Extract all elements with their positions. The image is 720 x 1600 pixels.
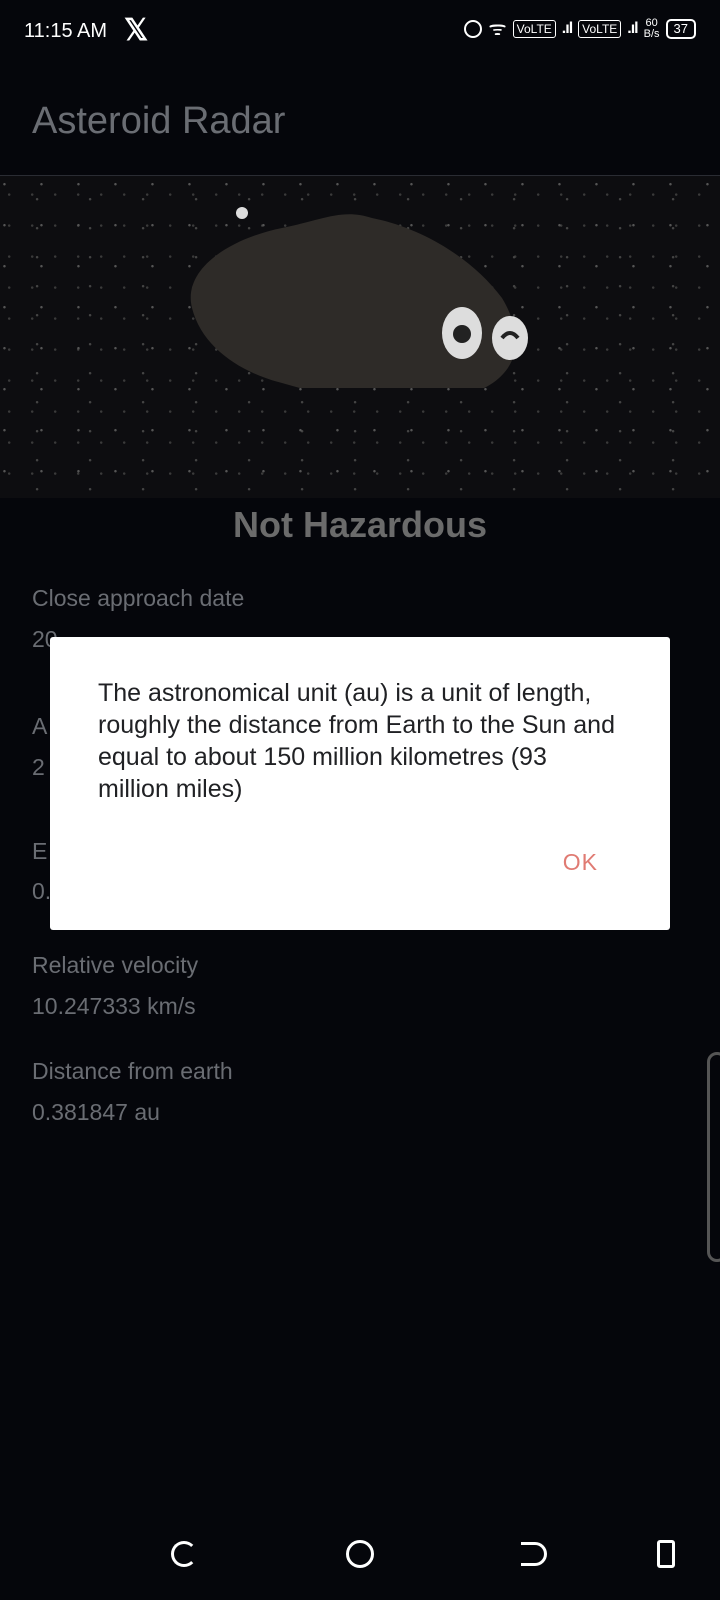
home-icon [346, 1540, 374, 1568]
distance-from-earth-value: 0.381847 au [32, 1099, 160, 1125]
asteroid-image [0, 176, 720, 498]
volte-badge-2: VoLTE [578, 20, 622, 38]
rotate-icon [657, 1540, 675, 1568]
wifi-icon: ᯤ [488, 18, 507, 40]
distance-from-earth-label: Distance from earth [32, 1058, 233, 1084]
hazard-status: Not Hazardous [232, 504, 488, 545]
close-approach-label: Close approach date [32, 585, 245, 611]
back-icon [521, 1542, 547, 1566]
dialog-message: The astronomical unit (au) is a unit of … [98, 679, 615, 803]
estimated-diameter-value: 0. [32, 878, 52, 904]
asteroid-illustration [190, 207, 528, 388]
alarm-icon [464, 20, 483, 38]
status-time: 11:15 AM [24, 20, 108, 42]
signal-icon-2: .ıl [627, 20, 638, 37]
relative-velocity-label: Relative velocity [32, 952, 199, 978]
back-button[interactable] [516, 1536, 552, 1572]
side-panel-handle[interactable] [707, 1052, 720, 1262]
navigation-bar [0, 1510, 720, 1600]
status-icons: ᯤ VoLTE .ıl VoLTE .ıl 60 B/s 37 [464, 18, 696, 40]
relative-velocity-value: 10.247333 km/s [32, 993, 196, 1019]
volte-badge-1: VoLTE [512, 20, 556, 38]
rotate-button[interactable] [648, 1536, 684, 1572]
signal-icon-1: .ıl [561, 20, 573, 37]
status-bar: 11:15 AM 𝕏 ᯤ VoLTE .ıl VoLTE .ıl 60 B/s … [0, 0, 720, 66]
absolute-magnitude-label: A [32, 713, 48, 739]
recents-button[interactable] [166, 1536, 202, 1572]
absolute-magnitude-value: 2 [32, 754, 45, 780]
estimated-diameter-label: E [32, 838, 48, 864]
network-speed: 60 B/s [643, 17, 660, 40]
x-logo-icon: 𝕏 [124, 14, 149, 47]
battery-icon: 37 [665, 19, 696, 39]
recents-icon [171, 1541, 197, 1567]
app-title: Asteroid Radar [32, 100, 286, 142]
ok-button[interactable]: OK [563, 849, 598, 876]
app-bar: Asteroid Radar [0, 66, 720, 176]
info-dialog: The astronomical unit (au) is a unit of … [50, 637, 670, 930]
home-button[interactable] [342, 1536, 378, 1572]
